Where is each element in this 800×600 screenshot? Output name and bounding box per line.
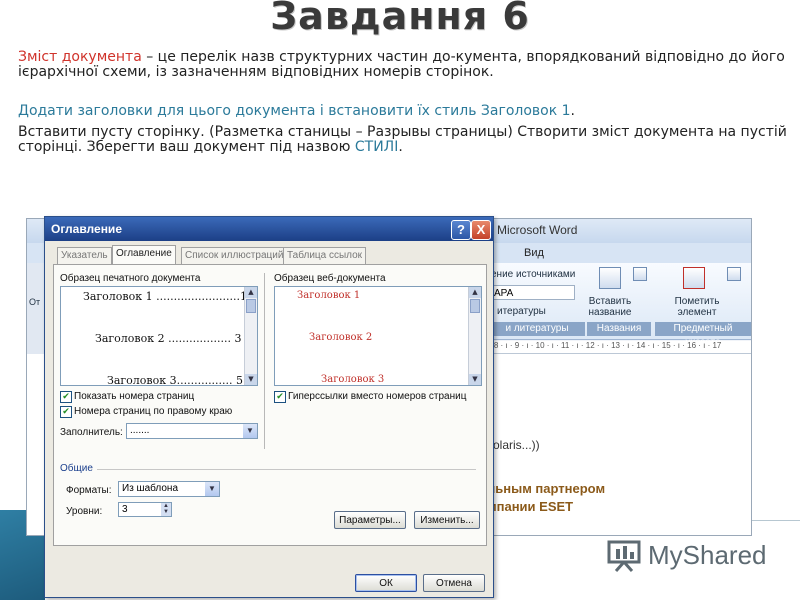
- show-page-numbers-label: Показать номера страниц: [74, 391, 195, 402]
- modify-button[interactable]: Изменить...: [414, 511, 480, 529]
- dialog-title: Оглавление: [51, 222, 122, 236]
- show-page-numbers-checkbox[interactable]: ✔: [60, 391, 72, 403]
- cross-reference-icon[interactable]: [633, 267, 647, 281]
- right-align-label: Номера страниц по правому краю: [74, 406, 233, 417]
- mark-entry-label[interactable]: Пометить элемент: [667, 296, 727, 318]
- tab-leader-label: Заполнитель:: [60, 427, 123, 438]
- tab-authorities[interactable]: Таблица ссылок: [283, 247, 367, 264]
- task-toc-end: .: [398, 139, 403, 155]
- doc-text-partner-2: мпании ESET: [487, 499, 574, 514]
- group-captions: Названия: [587, 322, 651, 336]
- slide-title: Завдання 6: [270, 0, 530, 38]
- levels-stepper[interactable]: 3 ▲ ▼: [118, 502, 172, 517]
- tab-index[interactable]: Указатель: [57, 247, 112, 264]
- group-index: Предметный указате: [655, 322, 751, 348]
- stepper-arrows-icon[interactable]: ▲ ▼: [161, 503, 171, 516]
- tab-leader-select[interactable]: ....... ▼: [126, 423, 258, 439]
- dialog-titlebar: Оглавление ? X: [45, 217, 493, 241]
- chevron-down-icon[interactable]: ▼: [243, 424, 257, 438]
- group-citations: и литературы: [489, 322, 585, 336]
- ok-button[interactable]: ОК: [355, 574, 417, 592]
- ruler-ticks: · 8 · ı · 9 · ı · 10 · ı · 11 · ı · 12 ·…: [489, 341, 722, 350]
- term-document-contents: Зміст документа: [18, 49, 142, 65]
- cancel-button[interactable]: Отмена: [423, 574, 485, 592]
- general-group-label: Общие: [60, 463, 97, 474]
- doc-text-partner-1: льным партнером: [487, 481, 606, 496]
- print-preview-label: Образец печатного документа: [60, 273, 201, 284]
- manage-sources-label[interactable]: ение источниками: [491, 269, 575, 280]
- hyperlinks-checkbox[interactable]: ✔: [274, 391, 286, 403]
- print-heading-2: Заголовок 2 .................. 3: [95, 332, 242, 345]
- tab-leader-value: .......: [130, 425, 150, 436]
- options-button[interactable]: Параметры...: [334, 511, 406, 529]
- print-preview-scrollbar[interactable]: ▲ ▼: [244, 287, 257, 385]
- citation-style-value: APA: [494, 288, 514, 299]
- logo-text: MyShared: [648, 540, 767, 570]
- formats-select[interactable]: Из шаблона ▼: [118, 481, 220, 497]
- print-heading-3: Заголовок 3................ 5: [107, 374, 244, 386]
- toc-tab-panel: Образец печатного документа Заголовок 1 …: [53, 264, 487, 546]
- paragraph-task-toc: Вставити пусту сторінку. (Разметка стани…: [18, 125, 788, 155]
- tab-figures[interactable]: Список иллюстраций: [181, 247, 288, 264]
- levels-value: 3: [122, 504, 128, 515]
- mark-entry-icon[interactable]: [683, 267, 705, 289]
- word-title: Microsoft Word: [497, 223, 578, 237]
- tab-toc[interactable]: Оглавление: [112, 245, 176, 265]
- insert-caption-label[interactable]: Вставить название: [583, 296, 637, 318]
- presentation-board-icon: [607, 540, 641, 572]
- help-button[interactable]: ?: [451, 220, 471, 240]
- web-heading-2: Заголовок 2: [309, 332, 373, 343]
- myshared-logo: MyShared: [606, 538, 776, 572]
- formats-label: Форматы:: [66, 485, 112, 496]
- web-heading-3: Заголовок 3: [321, 374, 385, 385]
- paragraph-definition: Зміст документа – це перелік назв структ…: [18, 50, 788, 80]
- toc-dialog: Оглавление ? X Указатель Оглавление Спис…: [44, 216, 494, 598]
- bibliography-button-label[interactable]: итературы: [497, 306, 546, 317]
- web-preview: Заголовок 1 Заголовок 2 Заголовок 3 ▲ ▼: [274, 286, 482, 386]
- menu-view[interactable]: Вид: [524, 247, 544, 259]
- web-preview-label: Образец веб-документа: [274, 273, 386, 284]
- left-clipped-label: От: [29, 297, 41, 307]
- horizontal-ruler: · 8 · ı · 9 · ı · 10 · ı · 11 · ı · 12 ·…: [489, 341, 751, 354]
- web-preview-scrollbar[interactable]: ▲ ▼: [468, 287, 481, 385]
- paragraph-task-headings: Додати заголовки для цього документа і в…: [18, 104, 788, 119]
- levels-label: Уровни:: [66, 506, 103, 517]
- chevron-down-icon[interactable]: ▼: [205, 482, 219, 496]
- citation-style-select[interactable]: APA: [491, 285, 575, 300]
- insert-caption-icon[interactable]: [599, 267, 621, 289]
- general-group-line: [94, 469, 476, 470]
- close-button[interactable]: X: [471, 220, 491, 240]
- formats-value: Из шаблона: [122, 483, 179, 494]
- print-heading-1: Заголовок 1 ........................1: [83, 290, 248, 303]
- web-heading-1: Заголовок 1: [297, 290, 361, 301]
- print-preview: Заголовок 1 ........................1 За…: [60, 286, 258, 386]
- panel-divider: [264, 273, 265, 449]
- task-headings-text: Додати заголовки для цього документа і в…: [18, 103, 571, 119]
- right-align-checkbox[interactable]: ✔: [60, 406, 72, 418]
- index-icon[interactable]: [727, 267, 741, 281]
- task-headings-end: .: [570, 103, 575, 119]
- hyperlinks-label: Гиперссылки вместо номеров страниц: [288, 391, 467, 402]
- document-name: СТИЛІ: [354, 139, 399, 155]
